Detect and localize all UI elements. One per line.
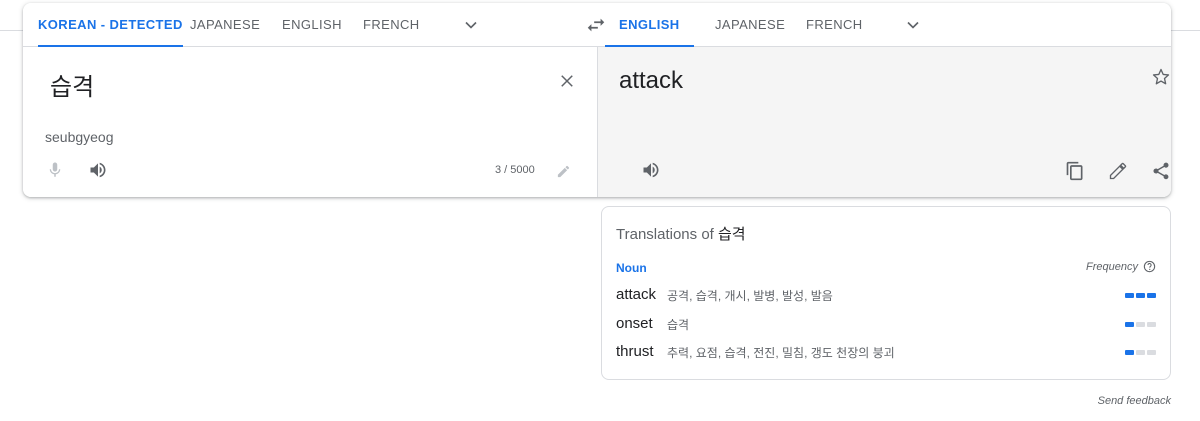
translations-title: Translations of 습격 (616, 223, 746, 244)
close-icon (561, 75, 573, 87)
part-of-speech: Noun (616, 261, 647, 275)
translation-output: attack (619, 67, 684, 94)
listen-source-button[interactable] (87, 159, 109, 181)
target-pane: attack (598, 47, 1171, 197)
tab-target-japanese[interactable]: JAPANESE (715, 3, 785, 47)
frequency-bar (1147, 322, 1156, 327)
tab-label: JAPANESE (190, 17, 261, 32)
translate-card: KOREAN - DETECTED JAPANESE ENGLISH FRENC… (23, 3, 1171, 197)
frequency-bars (1125, 322, 1156, 327)
tab-source-english[interactable]: ENGLISH (282, 3, 342, 47)
copy-translation-button[interactable] (1063, 159, 1087, 183)
clear-source-button[interactable] (555, 69, 579, 93)
frequency-bar (1125, 322, 1134, 327)
chevron-down-icon (907, 21, 919, 29)
star-icon (1152, 68, 1170, 85)
frequency-bar (1136, 322, 1145, 327)
translations-card: Translations of 습격 Noun Frequency attack… (601, 206, 1171, 380)
entry-word[interactable]: onset (616, 315, 653, 332)
share-icon (1153, 162, 1169, 180)
translation-entry[interactable]: onset 습격 (616, 315, 1156, 335)
handwriting-button[interactable] (554, 162, 572, 180)
speaker-icon (643, 162, 659, 178)
tab-source-korean-detected[interactable]: KOREAN - DETECTED (38, 3, 183, 47)
tab-source-french[interactable]: FRENCH (363, 3, 420, 47)
romanization-text: seubgyeog (45, 129, 114, 145)
entry-reverse-translations: 습격 (667, 318, 690, 332)
translations-title-word: 습격 (718, 226, 746, 243)
translations-title-prefix: Translations of (616, 226, 714, 243)
tab-label: ENGLISH (282, 17, 342, 32)
frequency-bar (1136, 293, 1145, 298)
frequency-bar (1125, 293, 1134, 298)
listen-translation-button[interactable] (640, 159, 662, 181)
save-translation-button[interactable] (1149, 65, 1171, 89)
tab-label: ENGLISH (619, 17, 680, 32)
suggest-edit-button[interactable] (1106, 159, 1130, 183)
frequency-bars (1125, 350, 1156, 355)
translation-entry[interactable]: attack 공격, 습격, 개시, 발병, 발성, 발음 (616, 286, 1156, 306)
source-pane: 습격 seubgyeog 3 / 5000 (23, 47, 597, 197)
tab-target-french[interactable]: FRENCH (806, 3, 863, 47)
entry-word[interactable]: attack (616, 286, 656, 303)
entry-reverse-translations: 공격, 습격, 개시, 발병, 발성, 발음 (667, 289, 833, 303)
frequency-label: Frequency (1086, 260, 1138, 273)
chevron-down-icon (465, 21, 477, 29)
voice-input-button[interactable] (44, 159, 66, 181)
copy-icon (1066, 161, 1083, 181)
entry-word[interactable]: thrust (616, 343, 654, 360)
tab-target-english[interactable]: ENGLISH (605, 3, 694, 47)
send-feedback-link[interactable]: Send feedback (1098, 395, 1171, 407)
pencil-icon (557, 165, 569, 177)
tab-label: FRENCH (806, 17, 863, 32)
frequency-bar (1147, 350, 1156, 355)
character-count: 3 / 5000 (495, 164, 535, 176)
edit-icon (1109, 162, 1127, 180)
source-more-languages-button[interactable] (459, 13, 483, 37)
translation-entry[interactable]: thrust 추력, 요점, 습격, 전진, 밀침, 갱도 천장의 붕괴 (616, 343, 1156, 363)
help-icon (1143, 260, 1156, 273)
tab-label: KOREAN - DETECTED (38, 17, 183, 32)
tab-source-japanese[interactable]: JAPANESE (190, 3, 260, 47)
tab-label: JAPANESE (715, 17, 786, 32)
microphone-icon (49, 162, 61, 177)
target-more-languages-button[interactable] (901, 13, 925, 37)
source-text-input[interactable]: 습격 (50, 67, 94, 102)
frequency-bar (1136, 350, 1145, 355)
frequency-bar (1125, 350, 1134, 355)
language-bar: KOREAN - DETECTED JAPANESE ENGLISH FRENC… (23, 3, 1171, 47)
share-translation-button[interactable] (1149, 159, 1171, 183)
frequency-bar (1147, 293, 1156, 298)
frequency-bars (1125, 293, 1156, 298)
entry-reverse-translations: 추력, 요점, 습격, 전진, 밀침, 갱도 천장의 붕괴 (667, 346, 895, 360)
tab-label: FRENCH (363, 17, 420, 32)
speaker-icon (90, 162, 106, 178)
frequency-header[interactable]: Frequency (1086, 260, 1156, 273)
swap-icon (587, 18, 605, 32)
